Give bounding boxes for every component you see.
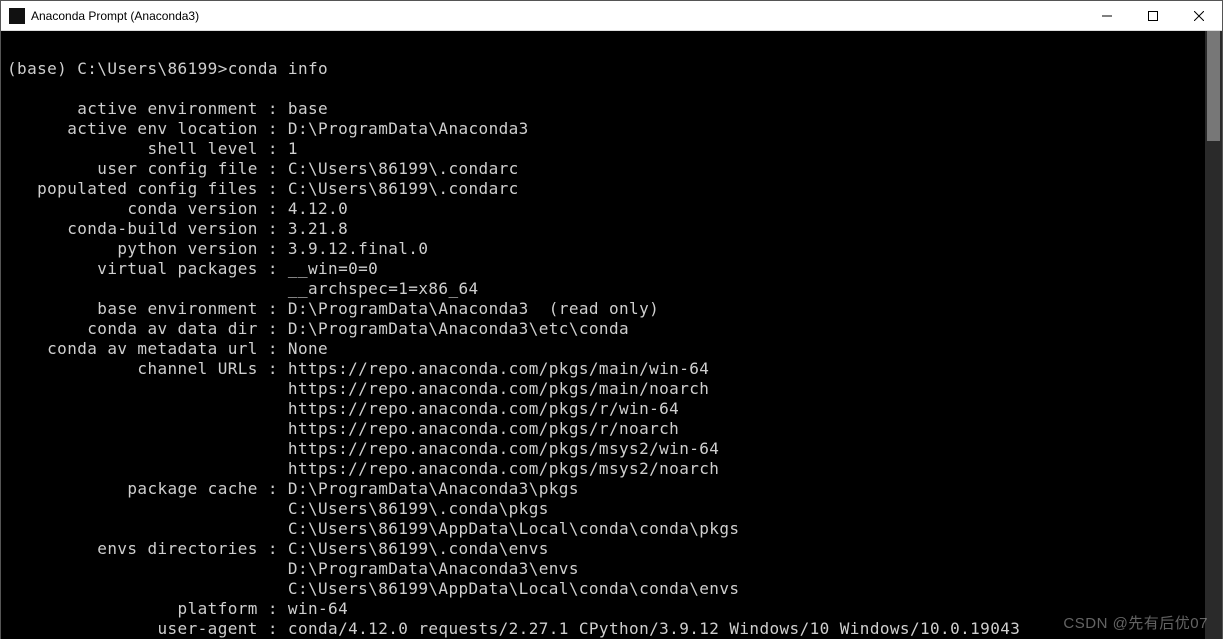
app-icon: [9, 8, 25, 24]
client-area: (base) C:\Users\86199>conda info active …: [1, 31, 1222, 639]
terminal-output[interactable]: (base) C:\Users\86199>conda info active …: [1, 31, 1205, 639]
scrollbar[interactable]: [1205, 31, 1222, 639]
window-title: Anaconda Prompt (Anaconda3): [31, 9, 199, 23]
minimize-button[interactable]: [1084, 1, 1130, 31]
window: Anaconda Prompt (Anaconda3) (base) C:\Us…: [0, 0, 1223, 639]
scroll-thumb[interactable]: [1207, 31, 1220, 141]
titlebar[interactable]: Anaconda Prompt (Anaconda3): [1, 1, 1222, 31]
close-button[interactable]: [1176, 1, 1222, 31]
maximize-button[interactable]: [1130, 1, 1176, 31]
